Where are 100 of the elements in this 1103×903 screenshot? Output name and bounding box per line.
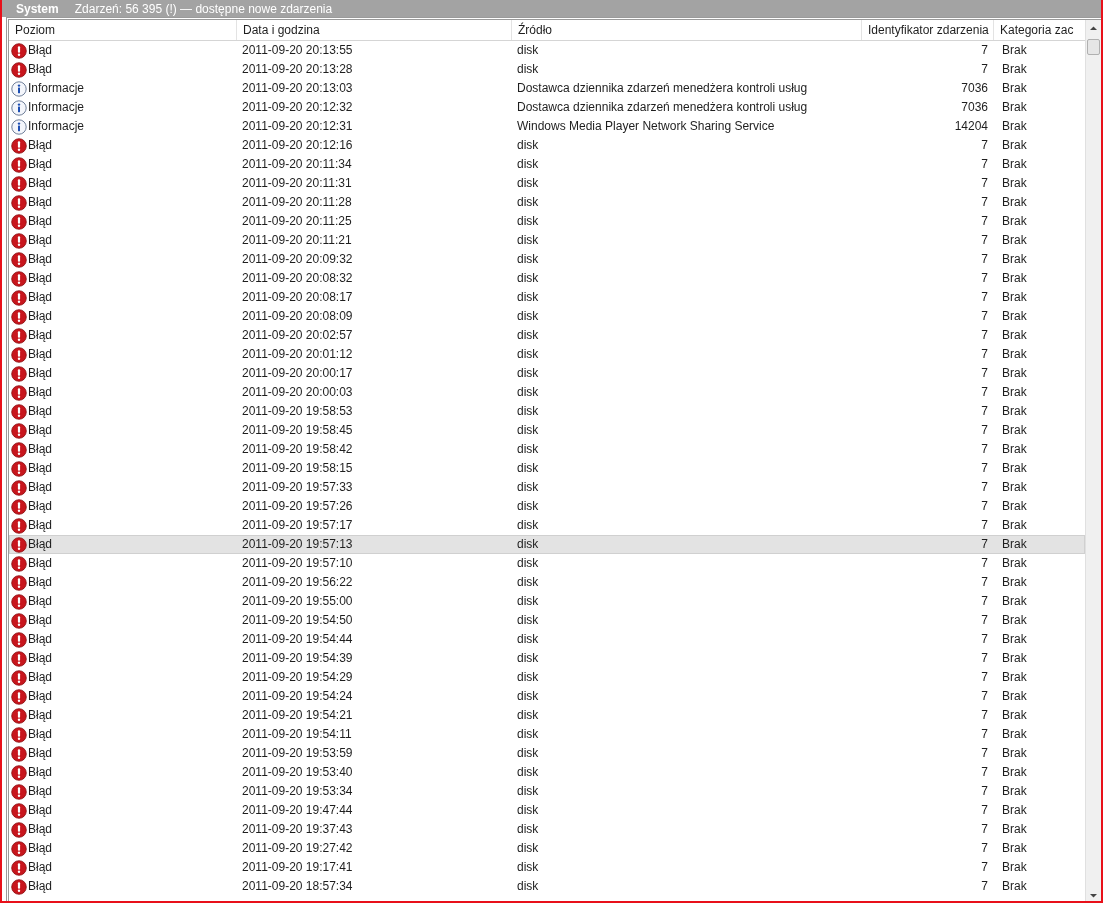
category-cell-text: Brak: [1001, 536, 1028, 553]
event-row[interactable]: Błąd 2011-09-20 19:47:44 disk 7 Brak: [9, 801, 1085, 820]
event-row[interactable]: Informacje 2011-09-20 20:13:03 Dostawca dziennika zdarzeń menedżera kontroli usług 7036 Brak: [9, 79, 1085, 98]
date-cell-text: 2011-09-20 19:55:00: [241, 593, 354, 610]
date-cell-text: 2011-09-20 20:13:28: [241, 61, 354, 78]
event-row[interactable]: Błąd 2011-09-20 20:12:16 disk 7 Brak: [9, 136, 1085, 155]
level-text: Błąd: [28, 517, 53, 534]
event-id-cell-text: 7036: [960, 99, 989, 116]
event-row[interactable]: Błąd 2011-09-20 20:11:34 disk 7 Brak: [9, 155, 1085, 174]
event-id-cell-text: 7: [980, 859, 989, 876]
level-text: Informacje: [28, 118, 85, 135]
date-cell-text: 2011-09-20 19:57:17: [241, 517, 354, 534]
error-icon: [11, 156, 27, 173]
category-cell-text: Brak: [1001, 479, 1028, 496]
date-cell-text: 2011-09-20 19:53:40: [241, 764, 354, 781]
event-row[interactable]: Błąd 2011-09-20 19:37:43 disk 7 Brak: [9, 820, 1085, 839]
event-row[interactable]: Błąd 2011-09-20 20:08:17 disk 7 Brak: [9, 288, 1085, 307]
error-icon: [11, 840, 27, 857]
source-cell-text: disk: [516, 593, 540, 610]
event-row[interactable]: Błąd 2011-09-20 20:11:28 disk 7 Brak: [9, 193, 1085, 212]
event-row[interactable]: Błąd 2011-09-20 19:58:15 disk 7 Brak: [9, 459, 1085, 478]
category-cell-text: Brak: [1001, 707, 1028, 724]
event-row[interactable]: Błąd 2011-09-20 20:01:12 disk 7 Brak: [9, 345, 1085, 364]
event-row[interactable]: Błąd 2011-09-20 20:08:32 disk 7 Brak: [9, 269, 1085, 288]
scroll-thumb[interactable]: [1087, 39, 1100, 55]
event-row[interactable]: Błąd 2011-09-20 19:53:34 disk 7 Brak: [9, 782, 1085, 801]
level-text: Błąd: [28, 289, 53, 306]
column-header[interactable]: Poziom: [9, 20, 237, 40]
error-icon: [11, 726, 27, 743]
source-cell-text: disk: [516, 498, 540, 515]
event-id-cell-text: 7: [980, 802, 989, 819]
scrollbar[interactable]: [1085, 20, 1101, 901]
category-cell-text: Brak: [1001, 99, 1028, 116]
category-cell-text: Brak: [1001, 840, 1028, 857]
event-row[interactable]: Błąd 2011-09-20 20:13:55 disk 7 Brak: [9, 41, 1085, 60]
event-row[interactable]: Błąd 2011-09-20 19:54:21 disk 7 Brak: [9, 706, 1085, 725]
event-row[interactable]: Błąd 2011-09-20 19:57:26 disk 7 Brak: [9, 497, 1085, 516]
event-row[interactable]: Błąd 2011-09-20 19:56:22 disk 7 Brak: [9, 573, 1085, 592]
source-cell-text: disk: [516, 612, 540, 629]
error-icon: [11, 479, 27, 496]
info-icon: [11, 118, 27, 135]
event-row[interactable]: Błąd 2011-09-20 19:54:29 disk 7 Brak: [9, 668, 1085, 687]
column-header[interactable]: Kategoria zac: [994, 20, 1082, 40]
event-row[interactable]: Błąd 2011-09-20 19:27:42 disk 7 Brak: [9, 839, 1085, 858]
event-row[interactable]: Błąd 2011-09-20 19:57:17 disk 7 Brak: [9, 516, 1085, 535]
event-row[interactable]: Błąd 2011-09-20 18:57:34 disk 7 Brak: [9, 877, 1085, 896]
error-icon: [11, 441, 27, 458]
error-icon: [11, 460, 27, 477]
event-row[interactable]: Błąd 2011-09-20 19:54:39 disk 7 Brak: [9, 649, 1085, 668]
error-icon: [11, 270, 27, 287]
event-row[interactable]: Błąd 2011-09-20 20:00:03 disk 7 Brak: [9, 383, 1085, 402]
category-cell-text: Brak: [1001, 61, 1028, 78]
source-cell-text: disk: [516, 707, 540, 724]
event-id-cell-text: 7: [980, 422, 989, 439]
event-row[interactable]: Błąd 2011-09-20 19:58:42 disk 7 Brak: [9, 440, 1085, 459]
event-id-cell-text: 7: [980, 137, 989, 154]
event-row[interactable]: Błąd 2011-09-20 19:58:53 disk 7 Brak: [9, 402, 1085, 421]
event-row[interactable]: Błąd 2011-09-20 19:53:59 disk 7 Brak: [9, 744, 1085, 763]
event-row[interactable]: Błąd 2011-09-20 20:11:31 disk 7 Brak: [9, 174, 1085, 193]
event-id-cell-text: 7: [980, 479, 989, 496]
event-row[interactable]: Błąd 2011-09-20 20:11:25 disk 7 Brak: [9, 212, 1085, 231]
event-row[interactable]: Błąd 2011-09-20 19:57:10 disk 7 Brak: [9, 554, 1085, 573]
source-cell-text: disk: [516, 289, 540, 306]
error-icon: [11, 555, 27, 572]
event-row[interactable]: Błąd 2011-09-20 20:13:28 disk 7 Brak: [9, 60, 1085, 79]
event-row[interactable]: Błąd 2011-09-20 19:53:40 disk 7 Brak: [9, 763, 1085, 782]
date-cell-text: 2011-09-20 20:11:28: [241, 194, 353, 211]
event-row[interactable]: Błąd 2011-09-20 19:54:11 disk 7 Brak: [9, 725, 1085, 744]
event-id-cell-text: 7: [980, 346, 989, 363]
event-id-cell-text: 7: [980, 270, 989, 287]
event-id-cell-text: 7: [980, 574, 989, 591]
event-row[interactable]: Błąd 2011-09-20 19:54:50 disk 7 Brak: [9, 611, 1085, 630]
event-row[interactable]: Błąd 2011-09-20 20:09:32 disk 7 Brak: [9, 250, 1085, 269]
event-row[interactable]: Błąd 2011-09-20 20:08:09 disk 7 Brak: [9, 307, 1085, 326]
event-row[interactable]: Informacje 2011-09-20 20:12:32 Dostawca dziennika zdarzeń menedżera kontroli usług 7036 Brak: [9, 98, 1085, 117]
error-icon: [11, 251, 27, 268]
event-row[interactable]: Błąd 2011-09-20 20:02:57 disk 7 Brak: [9, 326, 1085, 345]
event-row[interactable]: Błąd 2011-09-20 19:55:00 disk 7 Brak: [9, 592, 1085, 611]
column-header[interactable]: Identyfikator zdarzenia: [862, 20, 994, 40]
level-text: Informacje: [28, 80, 85, 97]
column-header[interactable]: Data i godzina: [237, 20, 512, 40]
event-row[interactable]: Błąd 2011-09-20 19:54:44 disk 7 Brak: [9, 630, 1085, 649]
source-cell-text: disk: [516, 365, 540, 382]
column-header[interactable]: Źródło: [512, 20, 862, 40]
category-cell-text: Brak: [1001, 289, 1028, 306]
date-cell-text: 2011-09-20 19:54:24: [241, 688, 354, 705]
event-row[interactable]: Błąd 2011-09-20 19:58:45 disk 7 Brak: [9, 421, 1085, 440]
event-row[interactable]: Błąd 2011-09-20 19:57:13 disk 7 Brak: [9, 535, 1085, 554]
event-id-cell-text: 7: [980, 517, 989, 534]
level-text: Błąd: [28, 783, 53, 800]
event-row[interactable]: Błąd 2011-09-20 19:17:41 disk 7 Brak: [9, 858, 1085, 877]
event-row[interactable]: Błąd 2011-09-20 19:57:33 disk 7 Brak: [9, 478, 1085, 497]
source-cell-text: disk: [516, 688, 540, 705]
event-row[interactable]: Informacje 2011-09-20 20:12:31 Windows Media Player Network Sharing Service 14204 Brak: [9, 117, 1085, 136]
date-cell-text: 2011-09-20 19:56:22: [241, 574, 354, 591]
event-row[interactable]: Błąd 2011-09-20 20:00:17 disk 7 Brak: [9, 364, 1085, 383]
event-row[interactable]: Błąd 2011-09-20 19:54:24 disk 7 Brak: [9, 687, 1085, 706]
level-text: Błąd: [28, 650, 53, 667]
level-text: Błąd: [28, 840, 53, 857]
event-row[interactable]: Błąd 2011-09-20 20:11:21 disk 7 Brak: [9, 231, 1085, 250]
